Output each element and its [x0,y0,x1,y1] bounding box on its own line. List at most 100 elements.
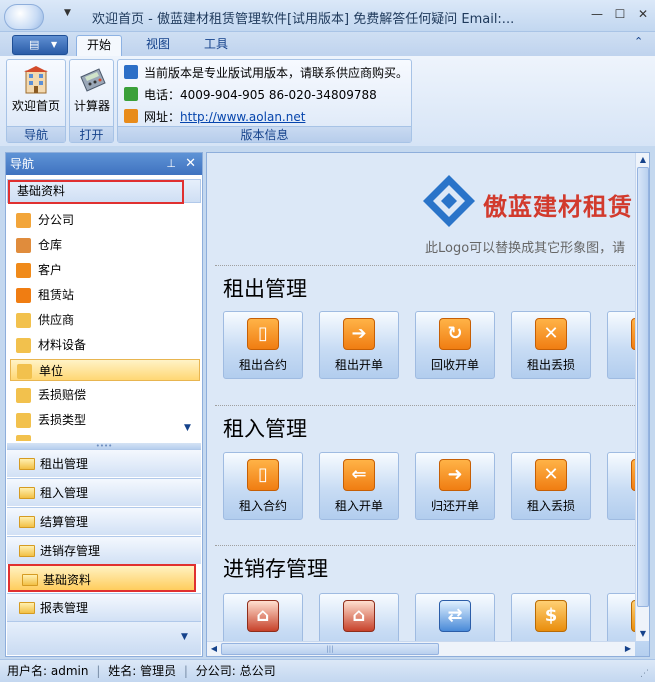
version-notice: 当前版本是专业版试用版本，请联系供应商购买。 [124,64,408,82]
transfer-icon: ⇄ [439,600,471,632]
title-bar: ▼ 欢迎首页 - 傲蓝建材租赁管理软件[试用版本] 免费解答任何疑问 Email… [0,0,655,32]
loss-type-icon [16,413,31,428]
status-user-label: 用户名: [7,664,48,678]
section-divider [215,545,635,546]
website-row: 网址：http://www.aolan.net [124,108,305,126]
tab-tools[interactable]: 工具 [194,35,238,56]
nav-item-branch[interactable]: 分公司 [10,209,200,231]
nav-bar-basic-data[interactable]: 基础资料 [8,564,196,592]
nav-item-rental-station[interactable]: 租赁站 [10,284,200,306]
station-icon [16,288,31,303]
phone-icon [124,87,138,101]
scroll-up-icon[interactable]: ▲ [636,153,649,167]
nav-bar-inventory[interactable]: 进销存管理 [7,536,201,564]
refresh-icon: ↻ [439,318,471,350]
branch-icon [16,213,31,228]
warehouse-icon [16,238,31,253]
quick-access-dropdown-icon[interactable]: ▼ [64,8,71,18]
nav-item-loss-compensation[interactable]: 丢损赔偿 [10,384,200,406]
scroll-left-icon[interactable]: ◀ [207,642,221,656]
tile-rent-in-loss[interactable]: ✕ 租入丢损 [511,452,591,520]
tile-return-order[interactable]: ↻ 回收开单 [415,311,495,379]
nav-bar-rent-out[interactable]: 租出管理 [7,449,201,477]
folder-icon [19,602,35,614]
chevron-down-icon[interactable]: ▼ [181,632,188,642]
pin-icon[interactable]: ⊥ [166,153,176,175]
status-separator: | [183,664,188,678]
nav-item-loss-type[interactable]: 丢损类型 [10,409,200,431]
close-window-button[interactable]: ✕ [634,5,652,23]
highlight-box [8,180,184,204]
section-divider [215,265,635,266]
tile-rent-in-contract[interactable]: ▯ 租入合约 [223,452,303,520]
chevron-down-icon[interactable]: ▼ [184,423,191,433]
ribbon-group-label: 导航 [7,126,65,142]
ribbon-group-label: 版本信息 [118,126,411,142]
minimize-button[interactable]: — [588,5,606,23]
nav-bar-settlement[interactable]: 结算管理 [7,507,201,535]
tab-home[interactable]: 开始 [76,35,123,56]
status-bar: 用户名: admin | 姓名: 管理员 | 分公司: 总公司 ⋰ [0,659,655,682]
maximize-button[interactable]: ☐ [611,5,629,23]
tab-view[interactable]: 视图 [136,35,180,56]
folder-icon [22,574,38,586]
ribbon-group-open: 计算器 打开 [69,59,114,143]
tile-rent-out-contract[interactable]: ▯ 租出合约 [223,311,303,379]
ribbon-group-nav: 欢迎首页 导航 [6,59,66,143]
resize-grip-icon[interactable]: ⋰ [640,663,649,682]
app-orb-icon[interactable] [4,4,44,30]
tile-give-back-order[interactable]: ➜ 归还开单 [415,452,495,520]
ribbon-tab-strip: ▤ ▼ 开始 视图 工具 ⌃ [0,32,655,56]
calculator-button[interactable]: 计算器 [64,62,120,122]
ribbon-group-label: 打开 [70,126,113,142]
ribbon-collapse-icon[interactable]: ⌃ [634,35,643,48]
building-icon [24,66,48,94]
contract-icon: ▯ [247,459,279,491]
menu-icon: ▤ [29,38,40,51]
tile-rent-out-order[interactable]: ➔ 租出开单 [319,311,399,379]
export-icon: ➔ [343,318,375,350]
website-link[interactable]: http://www.aolan.net [180,110,305,124]
tile-rent-out-loss[interactable]: ✕ 租出丢损 [511,311,591,379]
nav-item-warehouse[interactable]: 仓库 [10,234,200,256]
vertical-scrollbar[interactable]: ▲ ▼ [635,153,649,641]
supplier-icon [16,313,31,328]
status-name-label: 姓名: [108,664,137,678]
nav-panel-title: 导航 [10,157,35,171]
welcome-home-button[interactable]: 欢迎首页 [8,62,64,122]
welcome-home-label: 欢迎首页 [11,99,60,113]
horizontal-scrollbar[interactable]: ◀ ||| ▶ [207,641,635,656]
more-icon [16,435,31,441]
ribbon-panel: 欢迎首页 导航 计算器 打开 当前版本是专业版试用版本，请联系供应商购买。 电话… [0,56,655,146]
status-separator: | [96,664,101,678]
status-name: 管理员 [140,664,177,678]
nav-item-supplier[interactable]: 供应商 [10,309,200,331]
nav-bar-reports[interactable]: 报表管理 [7,593,201,621]
status-user: admin [50,664,89,678]
unit-icon [17,364,32,379]
nav-item-more[interactable]: ... [10,431,200,441]
folder-icon [19,545,35,557]
section-title-inventory: 进销存管理 [223,557,328,581]
nav-bar-rent-in[interactable]: 租入管理 [7,478,201,506]
status-branch-label: 分公司: [195,664,236,678]
nav-item-customer[interactable]: 客户 [10,259,200,281]
import-icon: ⇐ [343,459,375,491]
scroll-right-icon[interactable]: ▶ [621,642,635,656]
vertical-scroll-thumb[interactable] [637,167,649,607]
nav-item-unit[interactable]: 单位 [10,359,200,381]
ribbon-group-version-info: 当前版本是专业版试用版本，请联系供应商购买。 电话：4009-904-905 8… [117,59,412,143]
window-title: 欢迎首页 - 傲蓝建材租赁管理软件[试用版本] 免费解答任何疑问 Email:.… [92,12,515,27]
nav-item-materials[interactable]: 材料设备 [10,334,200,356]
section-divider [215,405,635,406]
house-icon: ⌂ [343,600,375,632]
tile-rent-in-order[interactable]: ⇐ 租入开单 [319,452,399,520]
scroll-down-icon[interactable]: ▼ [636,627,649,641]
section-title-rent-in: 租入管理 [223,417,307,441]
close-icon[interactable]: ✕ [185,153,196,175]
horizontal-scroll-thumb[interactable]: ||| [221,643,439,655]
info-icon [124,65,138,79]
calculator-icon [80,68,106,92]
welcome-content: 傲蓝建材租赁 此Logo可以替换成其它形象图，请 租出管理 ▯ 租出合约 ➔ 租出开… [206,152,650,657]
application-menu-button[interactable]: ▤ ▼ [12,35,68,55]
